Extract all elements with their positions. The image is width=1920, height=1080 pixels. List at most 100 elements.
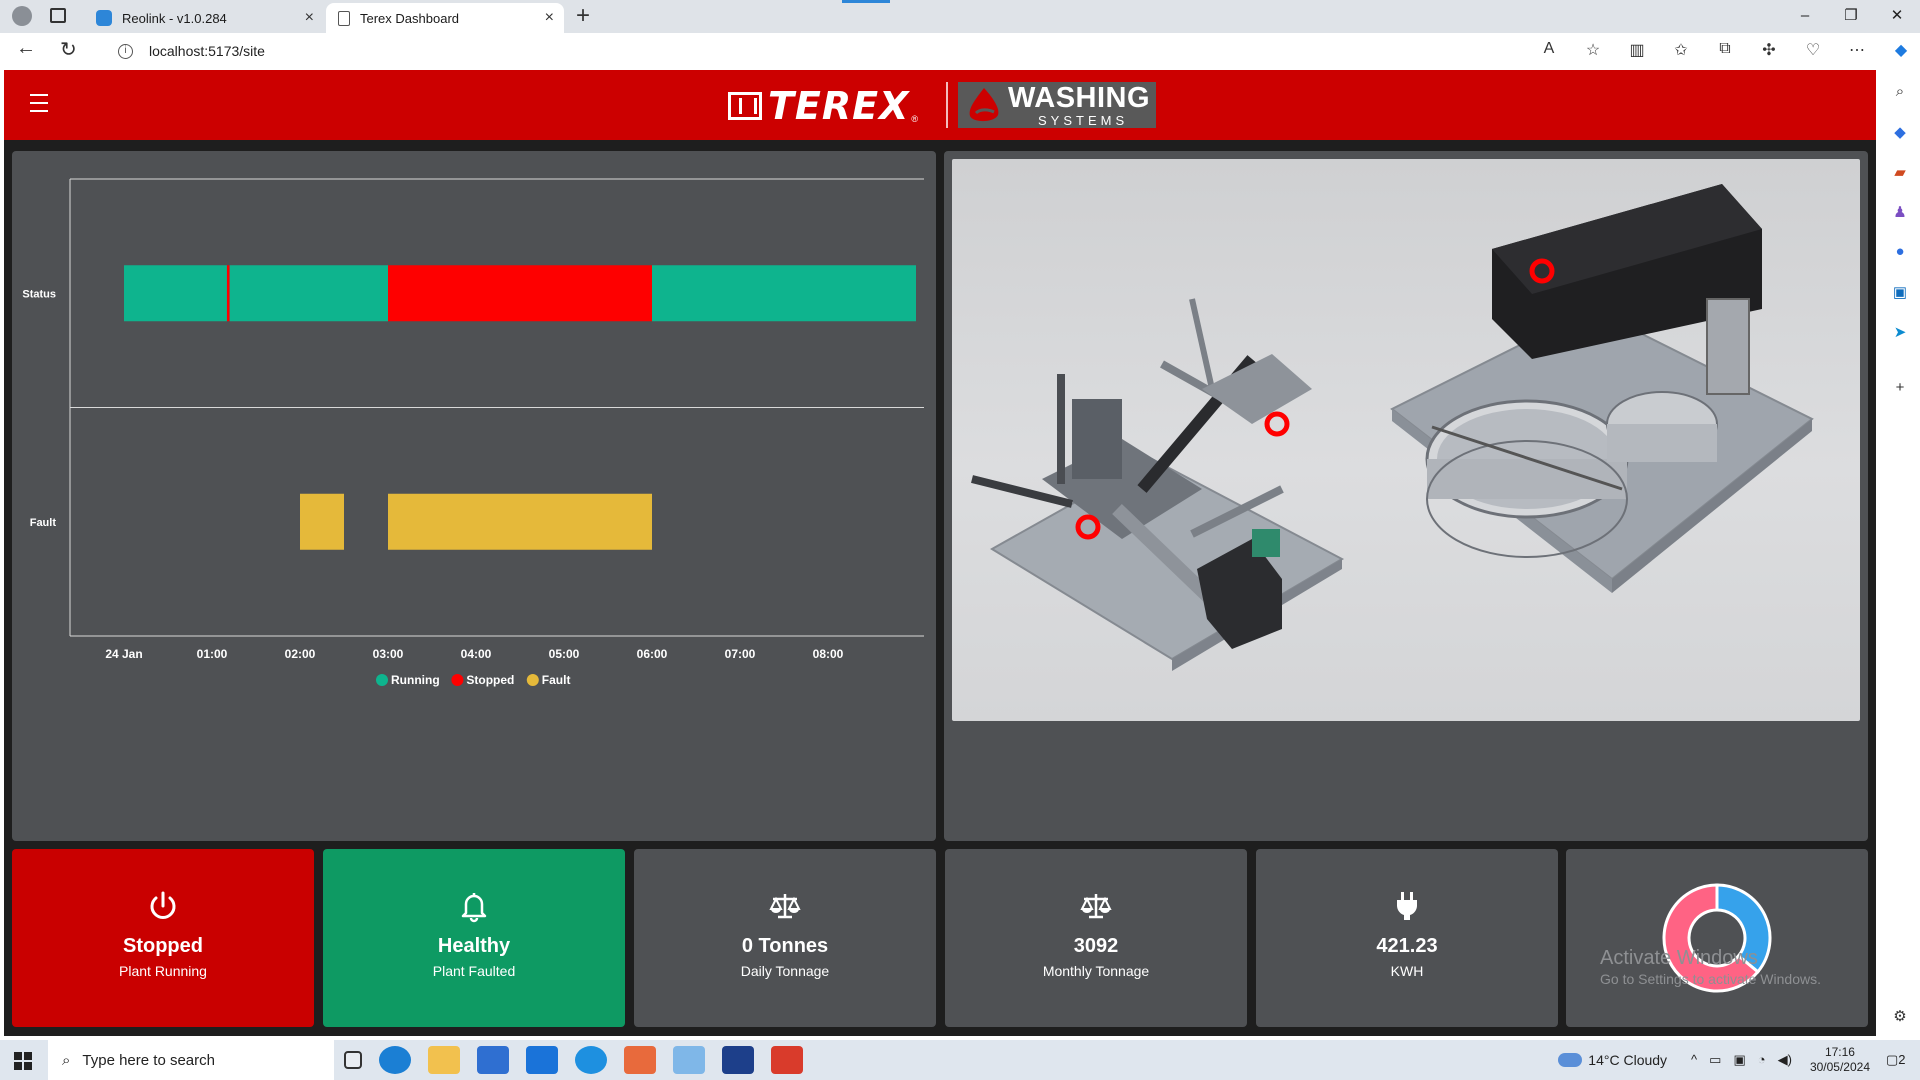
legend-label-running: Running	[391, 673, 440, 687]
tools-icon[interactable]: ▰	[1890, 163, 1910, 183]
url-field[interactable]: i localhost:5173/site	[104, 37, 1584, 65]
kwh-card[interactable]: 421.23 KWH	[1256, 849, 1558, 1027]
close-window-icon[interactable]: ✕	[1874, 0, 1920, 33]
monthly-tonnage-card[interactable]: 3092 Monthly Tonnage	[945, 849, 1247, 1027]
powershell-icon[interactable]	[722, 1046, 754, 1074]
donut-card[interactable]	[1566, 849, 1868, 1027]
notepad-icon[interactable]	[673, 1046, 705, 1074]
daily-tonnage-label: Daily Tonnage	[740, 963, 830, 979]
restore-icon[interactable]: ❐	[1828, 0, 1874, 33]
add-icon[interactable]: +	[1890, 379, 1910, 399]
search-icon[interactable]: ⌕	[1890, 83, 1910, 103]
hamburger-menu-icon[interactable]	[30, 94, 50, 112]
git-icon[interactable]	[771, 1046, 803, 1074]
weather-widget[interactable]: 14°C Cloudy	[1558, 1052, 1667, 1068]
scale-icon	[769, 894, 801, 919]
microsoft365-icon[interactable]: ●	[1890, 243, 1910, 263]
x-tick-label: 04:00	[461, 647, 492, 661]
chevron-up-icon[interactable]: ^	[1691, 1052, 1697, 1068]
favorites-icon[interactable]: ✩	[1672, 40, 1690, 60]
sub-brand-line1: WASHING	[1008, 81, 1151, 114]
display-icon[interactable]: ▣	[1733, 1052, 1745, 1068]
wifi-icon[interactable]: ◔	[1758, 1052, 1766, 1068]
windows-start-icon[interactable]	[14, 1052, 32, 1070]
segment-running	[229, 265, 388, 322]
url-text: localhost:5173/site	[149, 43, 265, 59]
send-icon[interactable]: ➤	[1890, 323, 1910, 343]
file-explorer-icon[interactable]	[428, 1046, 460, 1074]
row-label-status: Status	[22, 288, 56, 300]
browser-essentials-icon[interactable]: ♡	[1804, 40, 1822, 60]
daily-tonnage-card[interactable]: 0 Tonnes Daily Tonnage	[634, 849, 936, 1027]
notification-center-icon[interactable]: ▢2	[1886, 1052, 1920, 1068]
back-icon[interactable]: ←	[16, 37, 36, 60]
x-tick-label: 07:00	[725, 647, 756, 661]
plant-faulted-value: Healthy	[437, 935, 511, 957]
extensions-icon[interactable]: ✣	[1760, 40, 1778, 60]
edge-app-icon[interactable]	[379, 1046, 411, 1074]
collections-icon[interactable]: ⧉	[1716, 40, 1734, 60]
legend-label-fault: Fault	[542, 673, 571, 687]
settings-gear-icon[interactable]: ⚙	[1890, 1007, 1910, 1027]
power-icon	[150, 891, 176, 919]
plant-faulted-card[interactable]: Healthy Plant Faulted	[323, 849, 625, 1027]
close-tab-icon[interactable]: ×	[545, 9, 554, 27]
games-icon[interactable]: ♟	[1890, 203, 1910, 223]
x-tick-label: 01:00	[197, 647, 228, 661]
site-info-icon[interactable]: i	[118, 43, 133, 59]
outlook-icon[interactable]: ▣	[1890, 283, 1910, 303]
water-drop-logo-icon	[969, 88, 999, 122]
app-header: TEREX ® WASHING SYSTEMS	[4, 70, 1876, 140]
volume-icon[interactable]: ◀)	[1778, 1052, 1792, 1068]
clock-time: 17:16	[1824, 1045, 1855, 1059]
plant-overview-panel	[944, 151, 1868, 841]
scale-icon	[1080, 894, 1112, 919]
status-timeline-chart: Status Fault 24 Jan 01:00 02:00 03:00 04:00 05:…	[22, 178, 924, 687]
tab-terex-dashboard[interactable]: Terex Dashboard ×	[326, 3, 564, 33]
close-tab-icon[interactable]: ×	[305, 9, 314, 27]
profile-avatar[interactable]	[12, 6, 32, 26]
kpi-cards: Stopped Plant Running Healthy Plant Faul…	[12, 849, 1868, 1027]
cloud-icon	[1558, 1053, 1583, 1067]
app-icon[interactable]	[624, 1046, 656, 1074]
logo-divider	[946, 82, 948, 128]
refresh-icon[interactable]: ↻	[60, 37, 77, 62]
favorite-star-icon[interactable]: ☆	[1584, 40, 1602, 60]
network-icon[interactable]: ▭	[1709, 1052, 1721, 1068]
x-tick-label: 24 Jan	[105, 647, 142, 661]
tab-label: Terex Dashboard	[360, 10, 459, 26]
segment-fault	[388, 493, 652, 550]
plant-running-card[interactable]: Stopped Plant Running	[12, 849, 314, 1027]
docker-icon[interactable]	[575, 1046, 607, 1074]
washing-systems-logo: WASHING SYSTEMS	[958, 82, 1156, 128]
legend-swatch-stopped	[451, 674, 464, 686]
split-screen-icon[interactable]: ▥	[1628, 40, 1646, 60]
weather-text: 14°C Cloudy	[1588, 1052, 1668, 1068]
monthly-tonnage-label: Monthly Tonnage	[1042, 963, 1150, 979]
tab-reolink[interactable]: Reolink - v1.0.284 ×	[84, 3, 324, 33]
legend-swatch-running	[376, 674, 388, 686]
dashboard-app: TEREX ® WASHING SYSTEMS Status Fault 24 Ja…	[4, 70, 1876, 1036]
taskbar-search[interactable]: ⌕ Type here to search	[48, 1040, 334, 1080]
system-clock[interactable]: 17:16 30/05/2024	[1810, 1045, 1870, 1075]
minimize-icon[interactable]: –	[1782, 0, 1828, 33]
new-tab-button[interactable]: +	[576, 2, 590, 30]
sub-brand-line2: SYSTEMS	[1038, 112, 1129, 128]
notification-count: 2	[1898, 1052, 1906, 1067]
loading-indicator	[842, 0, 890, 3]
bell-icon	[461, 893, 487, 923]
task-view-icon[interactable]	[344, 1051, 362, 1069]
more-icon[interactable]: ⋯	[1848, 40, 1866, 60]
shopping-icon[interactable]: ◆	[1890, 123, 1910, 143]
kwh-label: KWH	[1390, 963, 1424, 979]
plant-illustration	[971, 184, 1814, 671]
copilot-icon[interactable]: ◆	[1892, 40, 1910, 60]
terex-mark-icon	[728, 92, 762, 120]
browser-tab-bar: Reolink - v1.0.284 × Terex Dashboard × +…	[0, 0, 1920, 33]
mail-icon[interactable]	[526, 1046, 558, 1074]
store-icon[interactable]	[477, 1046, 509, 1074]
terex-logo: TEREX ®	[728, 84, 918, 128]
tab-actions-icon[interactable]	[50, 8, 66, 23]
read-aloud-icon[interactable]: A	[1540, 40, 1558, 60]
reolink-favicon-icon	[96, 10, 112, 26]
